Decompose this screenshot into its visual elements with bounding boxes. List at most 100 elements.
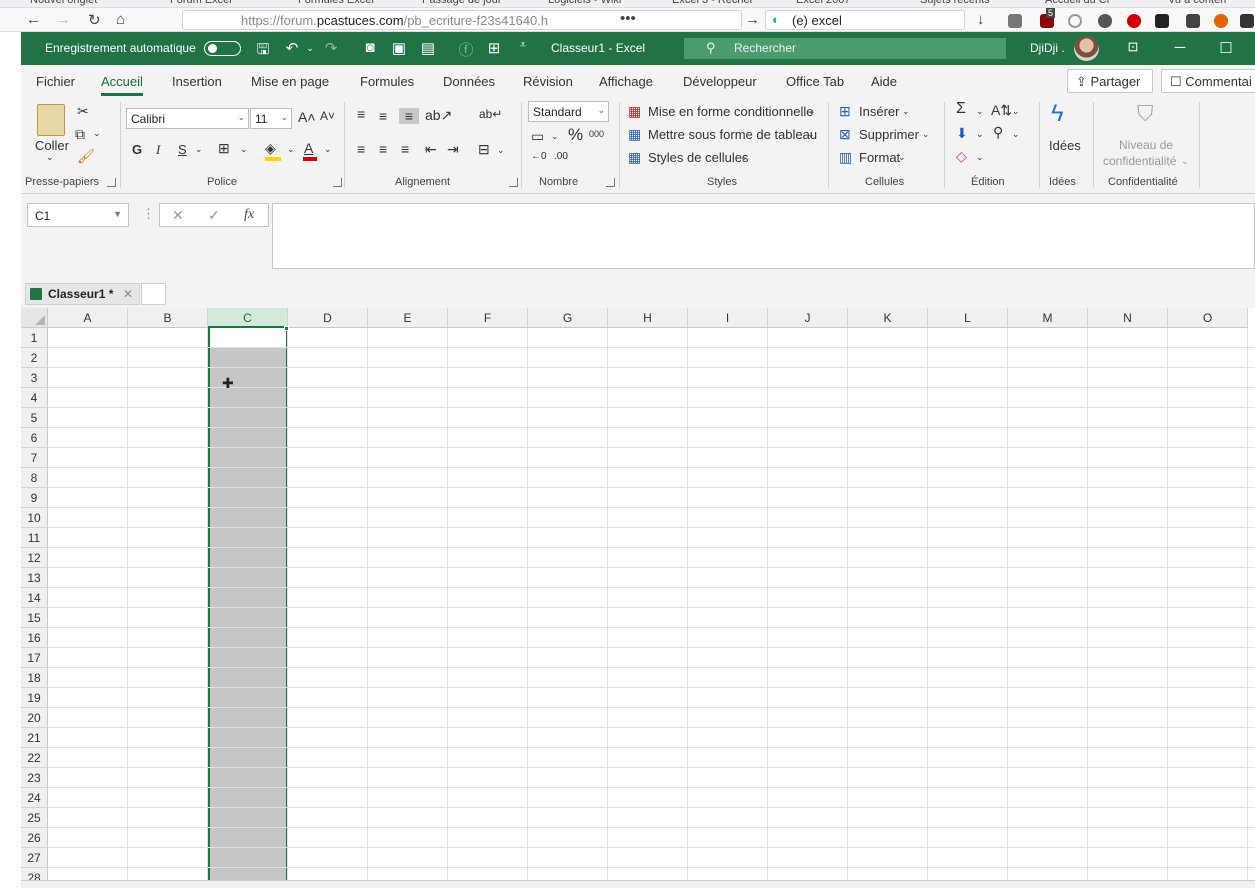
tab-aide[interactable]: Aide [871,74,897,89]
redo-icon[interactable]: ↷ [322,39,340,57]
name-box[interactable]: C1 ▼ [27,203,129,227]
browser-tab[interactable]: Excel 2007 [796,0,850,7]
find-select-icon[interactable]: ⚲ [993,124,1003,141]
ideas-lightning-icon[interactable]: ϟ [1051,100,1064,128]
align-bottom-icon[interactable]: ≡ [399,108,419,124]
chevron-down-icon[interactable]: ⌄ [1012,129,1020,140]
tab-insertion[interactable]: Insertion [172,74,222,89]
format-painter-icon[interactable]: 🖌 [77,148,95,165]
column-header-k[interactable]: K [848,308,928,328]
row-header-13[interactable]: 13 [21,568,48,588]
align-left-icon[interactable]: ≡ [357,141,365,157]
row-header-20[interactable]: 20 [21,708,48,728]
tab-donnees[interactable]: Données [443,74,495,89]
bold-button[interactable]: G [132,142,142,157]
select-all-button[interactable] [21,308,48,328]
column-header-m[interactable]: M [1008,308,1088,328]
row-header-14[interactable]: 14 [21,588,48,608]
account-icon[interactable] [1098,14,1112,28]
row-header-18[interactable]: 18 [21,668,48,688]
row-header-6[interactable]: 6 [21,428,48,448]
row-header-3[interactable]: 3 [21,368,48,388]
fill-handle[interactable] [284,326,289,331]
tab-office-tab[interactable]: Office Tab [786,74,844,89]
confirm-entry-icon[interactable]: ✓ [208,207,220,224]
chevron-down-icon[interactable]: ⌄ [976,106,984,117]
alignment-launcher-icon[interactable] [509,178,518,187]
autosum-icon[interactable]: Σ [956,100,966,118]
format-cells-button[interactable]: Format [859,150,900,165]
form-icon[interactable]: ▤ [419,39,437,57]
row-header-24[interactable]: 24 [21,788,48,808]
row-header-19[interactable]: 19 [21,688,48,708]
copy-dropdown-icon[interactable]: ⌄ [93,128,101,139]
column-header-d[interactable]: D [288,308,368,328]
column-header-b[interactable]: B [128,308,208,328]
insert-function-icon[interactable]: fx [244,207,254,223]
chevron-down-icon[interactable]: ⌄ [976,152,984,163]
chevron-down-icon[interactable]: ⌄ [898,152,906,163]
formula-input[interactable] [272,203,1255,269]
back-arrow-icon[interactable]: ← [26,11,41,28]
browser-tab[interactable]: Accueil du Cl [1045,0,1109,7]
browser-tab[interactable]: Forum Excel [170,0,232,7]
increase-indent-icon[interactable]: ⇥ [447,141,459,158]
extension-icon[interactable] [1240,14,1254,28]
browser-tab[interactable]: Logiciels - Wiki [548,0,621,7]
extension-icon[interactable] [1186,14,1200,28]
extension-circle-icon[interactable] [1068,14,1082,28]
home-icon[interactable]: ⌂ [116,11,125,28]
column-header-o[interactable]: O [1168,308,1248,328]
row-header-7[interactable]: 7 [21,448,48,468]
row-header-11[interactable]: 11 [21,528,48,548]
conditional-format-button[interactable]: Mise en forme conditionnelle [648,104,813,119]
fill-dropdown-icon[interactable]: ⌄ [287,144,295,155]
clipboard-launcher-icon[interactable] [107,178,116,187]
cancel-entry-icon[interactable]: ✕ [172,207,184,224]
undo-dropdown-icon[interactable]: ⌄ [301,43,319,54]
underline-dropdown-icon[interactable]: ⌄ [195,144,203,155]
chevron-down-icon[interactable]: ⌄ [902,106,910,117]
column-header-j[interactable]: J [768,308,848,328]
row-header-2[interactable]: 2 [21,348,48,368]
browser-tab[interactable]: Passage de jour [422,0,502,7]
copy-icon[interactable]: ⧉ [75,126,85,143]
tab-formules[interactable]: Formules [360,74,414,89]
excel-search-box[interactable]: ⚲ Rechercher [684,38,1006,59]
row-header-1[interactable]: 1 [21,328,48,348]
paste-icon[interactable] [37,104,65,136]
font-launcher-icon[interactable] [333,178,342,187]
format-as-table-button[interactable]: Mettre sous forme de tableau [648,127,817,142]
orientation-icon[interactable]: ab↗ [425,107,452,124]
close-icon[interactable]: ✕ [123,287,133,301]
row-header-4[interactable]: 4 [21,388,48,408]
chevron-down-icon[interactable]: ⌄ [808,106,816,117]
number-format-combo[interactable]: Standard ⌄ [528,101,609,122]
column-header-c[interactable]: C [208,308,288,328]
browser-tab[interactable]: Formules Excel [298,0,374,7]
italic-button[interactable]: I [156,142,160,158]
chevron-down-icon[interactable]: ⌄ [976,129,984,140]
fill-color-icon[interactable]: ◈ [265,140,276,157]
ideas-button[interactable]: Idées [1049,138,1081,153]
url-bar[interactable]: https://forum.pcastuces.com/pb_ecriture-… [182,10,742,30]
percent-icon[interactable]: % [568,125,583,145]
minimize-icon[interactable]: ─ [1171,39,1189,56]
customize-toolbar-icon[interactable]: ⩡ [514,39,532,52]
extension-icon[interactable] [1155,14,1169,28]
chevron-down-icon[interactable]: ⌄ [922,129,930,140]
increase-decimal-icon[interactable]: ←0 [531,151,547,162]
currency-icon[interactable]: ▭ [531,128,544,145]
align-right-icon[interactable]: ≡ [401,141,409,157]
number-launcher-icon[interactable] [606,178,615,187]
wrap-text-icon[interactable]: ab↵ [479,107,502,121]
sensitivity-label-line2[interactable]: confidentialité [1103,154,1176,168]
row-header-17[interactable]: 17 [21,648,48,668]
decrease-decimal-icon[interactable]: .00 [554,151,568,162]
spreadsheet-grid[interactable]: ABCDEFGHIJKLMNO 1 2 3 4 5 6 7 8 9 10 11 12 13 14 15 16 1… [21,308,1255,888]
row-header-22[interactable]: 22 [21,748,48,768]
cell-styles-button[interactable]: Styles de cellules [648,150,748,165]
active-cell[interactable] [210,328,286,347]
browser-tab[interactable]: Vu à conten [1168,0,1226,7]
delete-cells-button[interactable]: Supprimer [859,127,919,142]
